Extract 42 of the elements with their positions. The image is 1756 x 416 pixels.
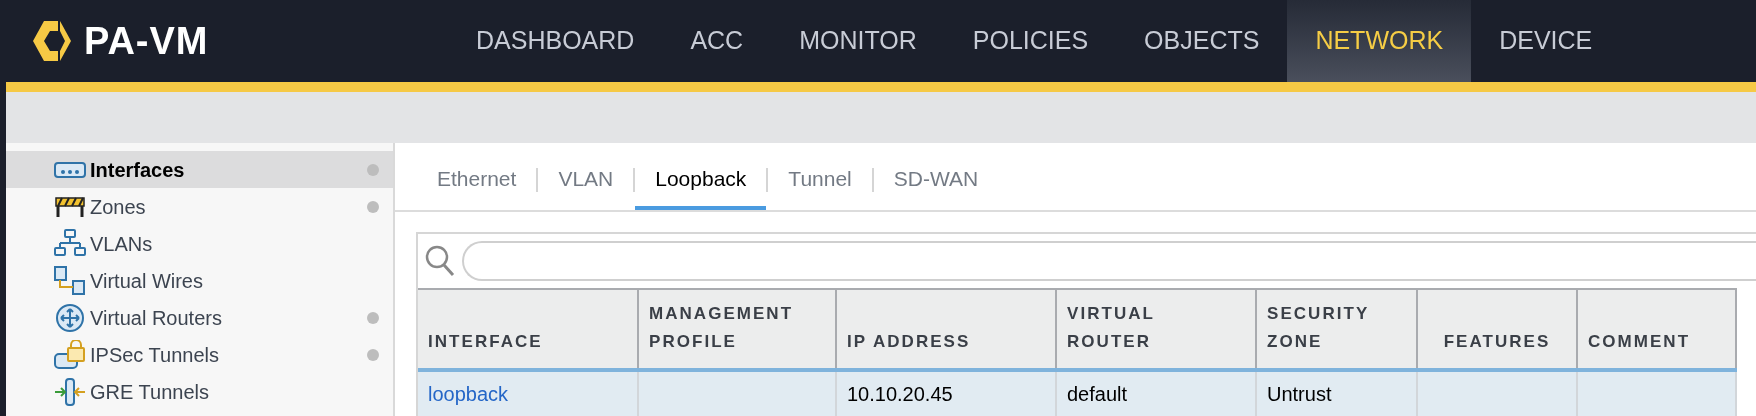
nav-tab[interactable]: NETWORK: [1287, 0, 1472, 82]
network-card-icon: [54, 159, 86, 180]
nav-tab[interactable]: OBJECTS: [1116, 0, 1288, 82]
sidebar-item[interactable]: Interfaces: [6, 151, 393, 188]
nav-tab[interactable]: MONITOR: [771, 0, 945, 82]
tab[interactable]: Loopback: [635, 162, 767, 210]
column-header[interactable]: VIRTUAL ROUTER: [1057, 288, 1257, 368]
search-icon: [424, 244, 456, 278]
nav-tab[interactable]: DEVICE: [1471, 0, 1621, 82]
column-header[interactable]: COMMENT: [1578, 288, 1737, 368]
column-header[interactable]: IP ADDRESS: [837, 288, 1057, 368]
column-header[interactable]: SECURITY ZONE: [1257, 288, 1418, 368]
nav-tab[interactable]: ACC: [662, 0, 772, 82]
logo-icon: [32, 19, 72, 63]
barrier-icon: [54, 195, 86, 218]
tab[interactable]: SD-WAN: [873, 162, 999, 210]
nav-tab[interactable]: POLICIES: [944, 0, 1117, 82]
locked-pipe-icon: [54, 339, 86, 370]
column-header[interactable]: INTERFACE: [418, 288, 639, 368]
table-cell-text: Untrust: [1267, 382, 1332, 407]
sidebar-item[interactable]: GRE Tunnels: [6, 373, 393, 410]
sidebar-item[interactable]: Zones: [6, 188, 393, 225]
table-cell-text: 10.10.20.45: [847, 382, 953, 407]
tab[interactable]: VLAN: [538, 162, 634, 210]
sidebar-item[interactable]: IPSec Tunnels: [6, 336, 393, 373]
interface-link[interactable]: loopback: [428, 379, 509, 409]
tab[interactable]: Tunnel: [768, 162, 872, 210]
table-cell-text: default: [1067, 382, 1128, 407]
column-header[interactable]: MANAGEMENT PROFILE: [639, 288, 837, 368]
network-tree-icon: [54, 228, 86, 259]
router-icon: [54, 302, 86, 333]
tab[interactable]: Ethernet: [417, 162, 537, 210]
search-field[interactable]: [462, 241, 1756, 281]
sidebar-item[interactable]: Virtual Wires: [6, 262, 393, 299]
table-row[interactable]: loopback 10.10.20.45 default Untrust: [418, 368, 1737, 416]
sidebar-item[interactable]: Virtual Routers: [6, 299, 393, 336]
nav-tab[interactable]: DASHBOARD: [448, 0, 663, 82]
logo-text: PA-VM: [84, 18, 209, 64]
tunnel-arrows-icon: [54, 376, 86, 407]
connected-boxes-icon: [54, 265, 86, 296]
column-header[interactable]: FEATURES: [1418, 288, 1578, 368]
sidebar-item[interactable]: VLANs: [6, 225, 393, 262]
